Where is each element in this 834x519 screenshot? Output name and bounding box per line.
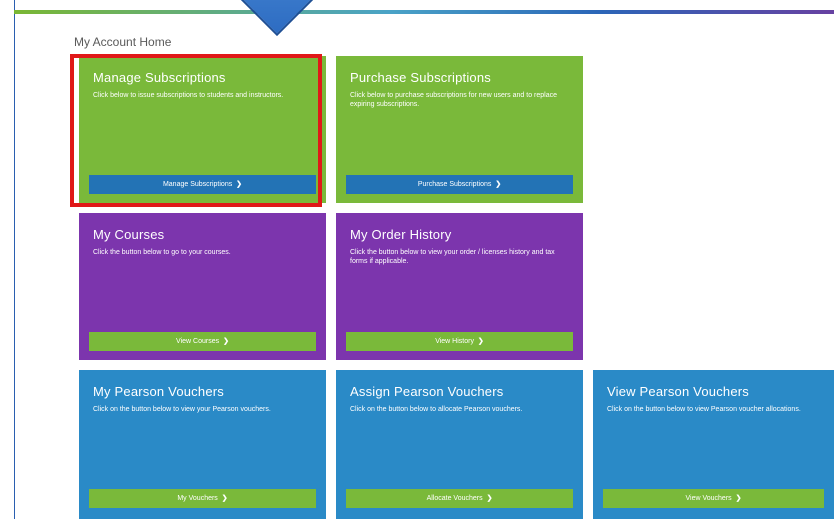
button-label: My Vouchers [177,495,218,502]
button-label: View Vouchers [685,495,732,502]
tile-title: Assign Pearson Vouchers [350,384,504,399]
button-label: Purchase Subscriptions [417,181,492,188]
my-vouchers-button[interactable]: My Vouchers ❯ [89,489,316,508]
tile-title: Purchase Subscriptions [350,70,491,85]
view-history-button[interactable]: View History ❯ [346,332,573,351]
tile-purchase-subscriptions: Purchase Subscriptions Click below to pu… [336,56,583,203]
page-title: My Account Home [74,35,172,49]
tile-description: Click on the button below to view Pearso… [607,406,801,413]
tile-title: My Order History [350,227,452,242]
tile-my-order-history: My Order History Click the button below … [336,213,583,360]
button-label: Allocate Vouchers [426,495,483,502]
tile-description: Click the button below to view your orde… [350,249,555,265]
tile-description: Click on the button below to view your P… [93,406,271,413]
manage-subscriptions-button[interactable]: Manage Subscriptions ❯ [89,175,316,194]
tile-description: Click below to issue subscriptions to st… [93,92,284,99]
tile-description: Click the button below to go to your cou… [93,249,231,256]
header-gradient-bar [14,10,834,14]
chevron-right-icon: ❯ [735,495,742,502]
tile-my-pearson-vouchers: My Pearson Vouchers Click on the button … [79,370,326,519]
button-label: View Courses [176,338,220,345]
chevron-right-icon: ❯ [486,495,493,502]
chevron-right-icon: ❯ [495,181,502,188]
chevron-right-icon: ❯ [477,338,484,345]
tile-description: Click below to purchase subscriptions fo… [350,92,557,108]
view-courses-button[interactable]: View Courses ❯ [89,332,316,351]
tile-assign-pearson-vouchers: Assign Pearson Vouchers Click on the but… [336,370,583,519]
button-label: View History [435,338,474,345]
view-vouchers-button[interactable]: View Vouchers ❯ [603,489,824,508]
chevron-right-icon: ❯ [236,181,243,188]
tile-title: Manage Subscriptions [93,70,226,85]
allocate-vouchers-button[interactable]: Allocate Vouchers ❯ [346,489,573,508]
purchase-subscriptions-button[interactable]: Purchase Subscriptions ❯ [346,175,573,194]
tile-description: Click on the button below to allocate Pe… [350,406,523,413]
tile-title: My Courses [93,227,165,242]
tile-title: My Pearson Vouchers [93,384,224,399]
button-label: Manage Subscriptions [162,181,233,188]
tile-title: View Pearson Vouchers [607,384,749,399]
chevron-right-icon: ❯ [221,495,228,502]
tile-view-pearson-vouchers: View Pearson Vouchers Click on the butto… [593,370,834,519]
tile-my-courses: My Courses Click the button below to go … [79,213,326,360]
tile-manage-subscriptions: Manage Subscriptions Click below to issu… [79,56,326,203]
chevron-right-icon: ❯ [223,338,229,345]
